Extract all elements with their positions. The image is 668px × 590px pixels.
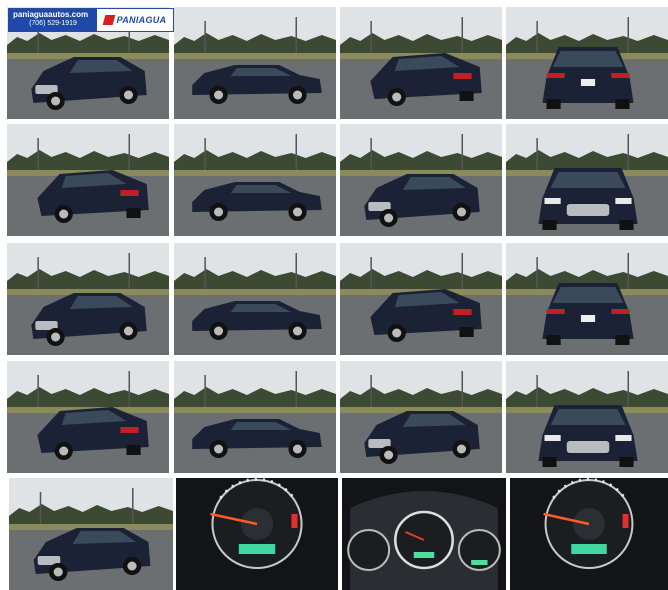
vehicle-photo-rear[interactable] xyxy=(506,243,668,355)
dealer-website: paniaguaautos.com xyxy=(13,10,89,19)
dealer-brand-name: PANIAGUA xyxy=(116,15,167,25)
vehicle-photo-left-side-profile[interactable] xyxy=(174,124,336,236)
vehicle-photo-left-side-profile[interactable] xyxy=(174,7,336,119)
dealer-phone: (706) 529-1919 xyxy=(29,20,77,27)
vehicle-photo-speedometer[interactable] xyxy=(176,478,338,590)
vehicle-photo-rear-left-quarter[interactable] xyxy=(7,361,169,473)
vehicle-photo-instrument-cluster[interactable] xyxy=(342,478,506,590)
vehicle-photo-front-left-quarter[interactable] xyxy=(9,478,173,590)
vehicle-photo-front[interactable] xyxy=(506,124,668,236)
brand-mark-icon xyxy=(102,15,115,25)
vehicle-photo-tachometer[interactable] xyxy=(510,478,668,590)
vehicle-photo-front-right-quarter[interactable] xyxy=(340,361,502,473)
dealer-contact: paniaguaautos.com (706) 529-1919 xyxy=(9,9,97,31)
vehicle-photo-left-side-profile[interactable] xyxy=(174,361,336,473)
vehicle-photo-rear-left-quarter[interactable] xyxy=(340,7,502,119)
vehicle-photo-front-left-quarter[interactable] xyxy=(7,243,169,355)
vehicle-photo-rear-left-quarter[interactable] xyxy=(7,124,169,236)
dealer-brand: PANIAGUA xyxy=(97,9,173,31)
vehicle-photo-front[interactable] xyxy=(506,361,668,473)
vehicle-photo-left-side-profile[interactable] xyxy=(174,243,336,355)
vehicle-photo-rear-left-quarter[interactable] xyxy=(340,243,502,355)
vehicle-photo-rear[interactable] xyxy=(506,7,668,119)
photo-gallery xyxy=(0,0,668,590)
dealer-logo: paniaguaautos.com (706) 529-1919 PANIAGU… xyxy=(8,8,174,32)
vehicle-photo-front-right-quarter[interactable] xyxy=(340,124,502,236)
